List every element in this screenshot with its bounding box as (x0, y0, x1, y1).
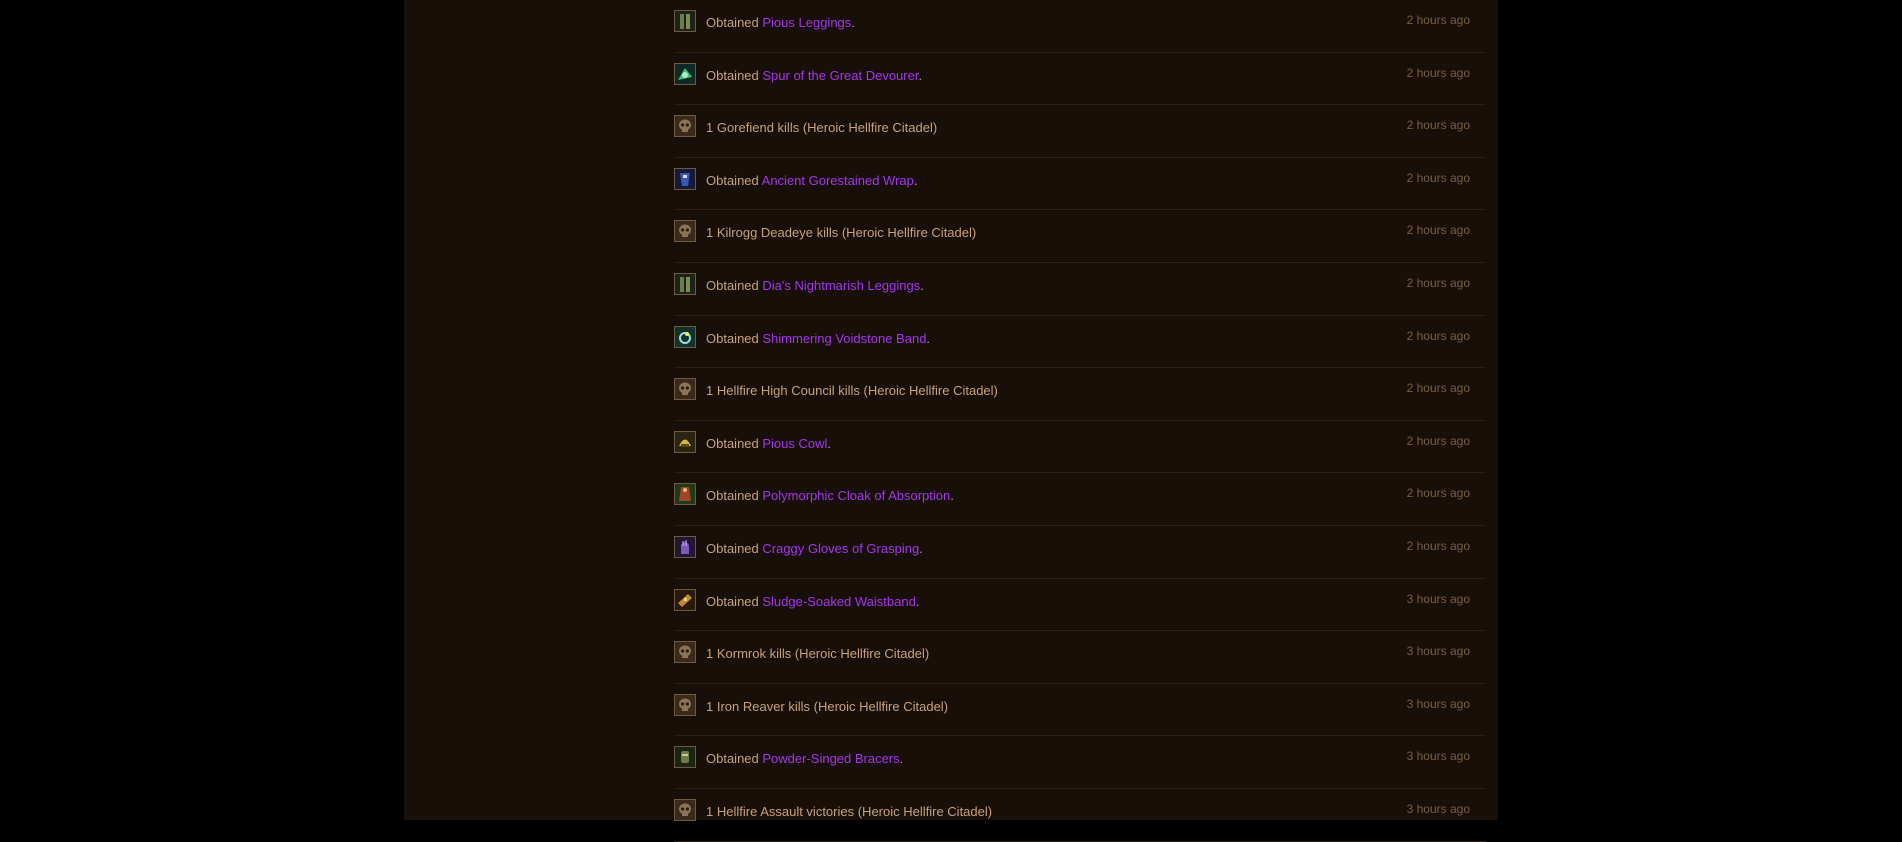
item-suffix: . (851, 15, 855, 30)
item-link[interactable]: Pious Cowl (762, 436, 827, 451)
timestamp: 2 hours ago (1406, 118, 1470, 133)
feed-text: Obtained Pious Cowl. (706, 436, 831, 451)
wrap-icon[interactable] (674, 167, 696, 190)
kill-text: 1 Hellfire Assault victories (Heroic Hel… (706, 803, 993, 819)
feed-row: Obtained Ancient Gorestained Wrap. 2 hour… (674, 158, 1486, 211)
item-link[interactable]: Polymorphic Cloak of Absorption (762, 488, 950, 503)
item-suffix: . (919, 540, 923, 556)
bracers-icon[interactable] (674, 746, 696, 769)
skull-icon (674, 115, 696, 138)
timestamp: 2 hours ago (1406, 275, 1470, 290)
feed-text: Obtained Spur of the Great Devourer. (706, 68, 922, 83)
feed-row: 1 Hellfire High Council kills (Heroic He… (674, 368, 1486, 421)
feed-text: Obtained Dia's Nightmarish Leggings. (706, 278, 924, 293)
feed-row: 1 Hellfire Assault victories (Heroic Hel… (674, 789, 1486, 842)
timestamp: 2 hours ago (1406, 328, 1470, 343)
obtained-label: Obtained (706, 540, 763, 556)
activity-panel: Obtained Pious Leggings. 2 hours ago Obtai… (404, 0, 1498, 842)
obtained-label: Obtained (706, 15, 763, 30)
feed-text: Obtained Pious Leggings. (706, 15, 855, 30)
skull-icon (674, 641, 696, 664)
trinket-icon[interactable] (674, 62, 696, 85)
item-link[interactable]: Ancient Gorestained Wrap (762, 173, 914, 188)
feed-row: Obtained Powder-Singed Bracers. 3 hours a… (674, 736, 1486, 789)
obtained-label: Obtained (706, 488, 763, 504)
timestamp: 3 hours ago (1406, 644, 1470, 659)
obtained-label: Obtained (706, 67, 763, 83)
kill-text: 1 Kilrogg Deadeye kills (Heroic Hellfire… (706, 225, 977, 241)
timestamp: 2 hours ago (1406, 538, 1470, 553)
feed-row: Obtained Pious Cowl. 2 hours ago (674, 421, 1486, 474)
item-suffix: . (913, 172, 918, 188)
timestamp: 2 hours ago (1406, 486, 1470, 501)
item-link[interactable]: Craggy Gloves of Grasping (762, 541, 919, 556)
timestamp: 2 hours ago (1406, 65, 1470, 80)
obtained-label: Obtained (706, 435, 763, 451)
kill-text: 1 Hellfire High Council kills (Heroic He… (706, 383, 998, 399)
timestamp: 2 hours ago (1406, 13, 1470, 27)
feed-text: Obtained Ancient Gorestained Wrap. (706, 173, 918, 188)
feed-row: Obtained Polymorphic Cloak of Absorption… (674, 473, 1486, 526)
item-link[interactable]: Shimmering Voidstone Band (762, 331, 926, 346)
kill-text: 1 Gorefiend kills (Heroic Hellfire Citad… (706, 120, 938, 136)
item-suffix: . (827, 435, 832, 451)
item-link[interactable]: Dia's Nightmarish Leggings (762, 278, 920, 293)
cloak-icon[interactable] (674, 483, 696, 506)
obtained-label: Obtained (706, 593, 763, 609)
timestamp: 3 hours ago (1406, 749, 1470, 764)
kill-text: 1 Kormrok kills (Heroic Hellfire Citadel… (706, 646, 930, 662)
ring-icon[interactable] (674, 325, 696, 348)
feed-row: 1 Gorefiend kills (Heroic Hellfire Citad… (674, 105, 1486, 158)
feed-row: Obtained Craggy Gloves of Grasping. 2 hou… (674, 526, 1486, 579)
skull-icon (674, 798, 696, 821)
legs-icon[interactable] (674, 272, 696, 295)
item-suffix: . (926, 330, 931, 346)
feed-row: 1 Kormrok kills (Heroic Hellfire Citadel… (674, 631, 1486, 684)
item-suffix: . (915, 593, 920, 609)
feed-text: Obtained Powder-Singed Bracers. (706, 751, 903, 766)
kill-text: 1 Iron Reaver kills (Heroic Hellfire Cit… (706, 698, 949, 714)
item-link[interactable]: Sludge-Soaked Waistband (762, 594, 915, 609)
feed-row: Obtained Spur of the Great Devourer. 2 ho… (674, 53, 1486, 106)
obtained-label: Obtained (706, 330, 763, 346)
feed-text: Obtained Craggy Gloves of Grasping. (706, 541, 923, 556)
legs-icon[interactable] (674, 10, 696, 32)
feed-row: Obtained Dia's Nightmarish Leggings. 2 ho… (674, 263, 1486, 316)
timestamp: 3 hours ago (1406, 801, 1470, 816)
feed-text: Obtained Shimmering Voidstone Band. (706, 331, 930, 346)
obtained-label: Obtained (706, 751, 763, 767)
helm-icon[interactable] (674, 430, 696, 453)
feed-row: Obtained Sludge-Soaked Waistband. 3 hours… (674, 579, 1486, 632)
item-link[interactable]: Spur of the Great Devourer (762, 68, 918, 83)
activity-feed: Obtained Pious Leggings. 2 hours ago Obtai… (674, 0, 1486, 842)
timestamp: 2 hours ago (1406, 223, 1470, 238)
item-suffix: . (899, 751, 904, 767)
timestamp: 2 hours ago (1406, 381, 1470, 396)
obtained-label: Obtained (706, 277, 763, 293)
feed-row: 1 Iron Reaver kills (Heroic Hellfire Cit… (674, 684, 1486, 737)
feed-row: Obtained Pious Leggings. 2 hours ago (674, 0, 1486, 53)
item-link[interactable]: Powder-Singed Bracers (762, 751, 899, 766)
skull-icon (674, 220, 696, 243)
skull-icon (674, 378, 696, 401)
feed-row: 1 Kilrogg Deadeye kills (Heroic Hellfire… (674, 210, 1486, 263)
belt-icon[interactable] (674, 588, 696, 611)
feed-text: Obtained Sludge-Soaked Waistband. (706, 594, 919, 609)
feed-row: Obtained Shimmering Voidstone Band. 2 hou… (674, 316, 1486, 369)
skull-icon (674, 693, 696, 716)
item-link[interactable]: Pious Leggings (762, 15, 851, 30)
obtained-label: Obtained (706, 172, 762, 188)
timestamp: 2 hours ago (1406, 170, 1470, 185)
item-suffix: . (918, 67, 923, 83)
timestamp: 2 hours ago (1406, 433, 1470, 448)
timestamp: 3 hours ago (1406, 696, 1470, 711)
timestamp: 3 hours ago (1406, 591, 1470, 606)
gloves-icon[interactable] (674, 535, 696, 558)
item-suffix: . (920, 277, 924, 293)
feed-text: Obtained Polymorphic Cloak of Absorption… (706, 488, 954, 503)
item-suffix: . (950, 488, 954, 504)
